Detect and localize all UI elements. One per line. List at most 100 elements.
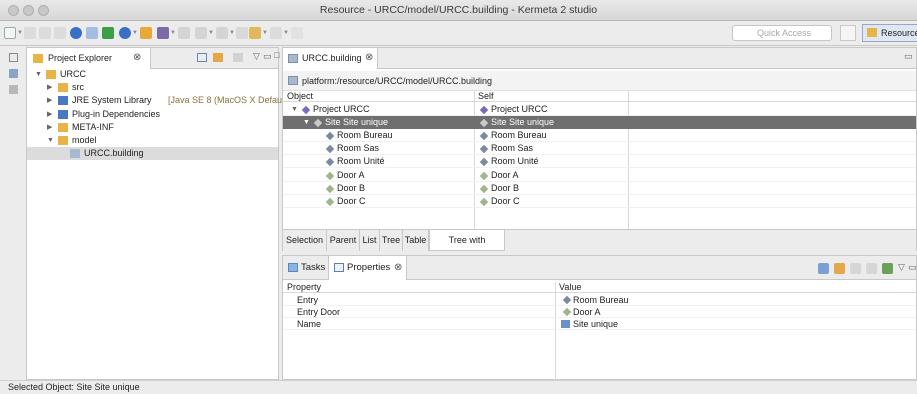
expanded-icon[interactable]: ▼ [35, 68, 42, 81]
tree-item[interactable]: URCC.building [27, 147, 278, 161]
tree-item[interactable]: ▶ JRE System Library [Java SE 8 (MacOS X … [27, 94, 292, 107]
tab-project-explorer[interactable]: Project Explorer ⊗ [27, 48, 151, 69]
search-icon[interactable] [119, 27, 131, 39]
expanded-icon[interactable]: ▼ [291, 103, 298, 116]
column-object[interactable]: Object [287, 91, 313, 101]
column-value[interactable]: Value [559, 282, 581, 292]
maximize-icon[interactable]: □ [274, 50, 279, 60]
close-icon[interactable]: ⊗ [365, 48, 373, 68]
tree-table-row[interactable]: Door B Door B [283, 182, 916, 195]
property-name: Entry Door [297, 307, 341, 318]
print-icon[interactable] [54, 27, 66, 39]
show-advanced-icon[interactable] [834, 263, 845, 274]
hierarchy-icon[interactable] [9, 69, 18, 78]
self-cell: Room Unité [491, 156, 539, 167]
toggle-view-icon[interactable] [86, 27, 98, 39]
outline-icon[interactable] [9, 85, 18, 94]
tree-table-row[interactable]: Room Bureau Room Bureau [283, 129, 916, 143]
annotation-dropdown-icon[interactable]: ▼ [170, 30, 176, 36]
property-row[interactable]: Entry Door Door A [283, 306, 916, 319]
tab-properties[interactable]: Properties ⊗ [328, 256, 407, 280]
restore-icon[interactable] [9, 53, 18, 62]
open-type-icon[interactable] [140, 27, 152, 39]
filter-icon[interactable] [866, 263, 877, 274]
next-annotation-dropdown-icon[interactable]: ▼ [208, 30, 214, 36]
view-menu-icon[interactable]: ▽ [898, 262, 905, 273]
back-icon[interactable] [249, 27, 261, 39]
close-icon[interactable]: ⊗ [133, 48, 141, 68]
project-explorer-tabbar: Project Explorer ⊗ ▽ ▭ □ [27, 48, 279, 69]
page-tab-table[interactable]: Table [403, 230, 429, 251]
expanded-icon[interactable]: ▼ [47, 134, 54, 147]
annotation-icon[interactable] [157, 27, 169, 39]
prev-annotation-icon[interactable] [216, 27, 228, 39]
tree-item[interactable]: ▶ src [27, 81, 278, 94]
collapse-all-icon[interactable] [197, 53, 207, 62]
collapsed-icon[interactable]: ▶ [47, 81, 52, 94]
collapsed-icon[interactable]: ▶ [47, 108, 52, 121]
bottom-panel-tabbar: Tasks Properties ⊗ ▽ ▭ [283, 256, 917, 280]
tree-table-row[interactable]: Door C Door C [283, 195, 916, 208]
page-tab-selection[interactable]: Selection [283, 230, 327, 251]
collapsed-icon[interactable]: ▶ [47, 94, 52, 107]
view-menu-icon[interactable]: ▽ [253, 51, 260, 62]
pin-icon[interactable] [178, 27, 190, 39]
skip-breakpoints-icon[interactable] [70, 27, 82, 39]
package-icon[interactable] [102, 27, 114, 39]
pin-editor-icon[interactable] [291, 27, 303, 39]
quick-access-input[interactable]: Quick Access [732, 25, 832, 41]
tab-tasks[interactable]: Tasks [283, 256, 327, 280]
tree-item-label: JRE System Library [72, 95, 152, 106]
collapsed-icon[interactable]: ▶ [47, 121, 52, 134]
room-icon [479, 131, 489, 141]
new-dropdown-icon[interactable]: ▼ [17, 30, 23, 36]
show-categories-icon[interactable] [818, 263, 829, 274]
property-row[interactable]: Entry Room Bureau [283, 294, 916, 306]
folder-icon [58, 122, 68, 132]
back-dropdown-icon[interactable]: ▼ [262, 30, 268, 36]
tree-table-row[interactable]: Door A Door A [283, 169, 916, 182]
focus-icon[interactable] [233, 53, 243, 62]
column-self[interactable]: Self [478, 91, 494, 101]
expanded-icon[interactable]: ▼ [303, 116, 310, 129]
tree-item[interactable]: ▶ Plug-in Dependencies [27, 108, 278, 121]
page-tab-list[interactable]: List [360, 230, 380, 251]
last-edit-icon[interactable] [236, 27, 248, 39]
resource-path-row[interactable]: platform:/resource/URCC/model/URCC.build… [283, 71, 916, 91]
column-property[interactable]: Property [287, 282, 321, 292]
page-tab-tree[interactable]: Tree [380, 230, 403, 251]
tab-urcc-building[interactable]: URCC.building ⊗ [283, 48, 378, 69]
tree-table-row[interactable]: Room Sas Room Sas [283, 142, 916, 156]
tree-item-label: META-INF [72, 121, 114, 132]
new-icon[interactable] [4, 27, 16, 39]
save-all-icon[interactable] [39, 27, 51, 39]
tree-table-row[interactable]: Room Unité Room Unité [283, 155, 916, 169]
forward-icon[interactable] [270, 27, 282, 39]
forward-dropdown-icon[interactable]: ▼ [283, 30, 289, 36]
model-file-icon [288, 54, 298, 63]
property-row[interactable]: Name Site unique [283, 318, 916, 331]
page-tab-tree-with-columns[interactable]: Tree with Columns [429, 230, 505, 265]
door-icon [325, 171, 335, 180]
save-icon[interactable] [24, 27, 36, 39]
tree-item[interactable]: ▶ META-INF [27, 121, 278, 134]
door-icon [325, 197, 335, 206]
tree-table-row[interactable]: ▼ Site Site unique Site Site unique [283, 116, 916, 130]
page-tab-parent[interactable]: Parent [327, 230, 360, 251]
tree-item[interactable]: ▼ model [27, 134, 278, 147]
restore-default-icon[interactable] [850, 263, 861, 274]
tree-table-row[interactable]: ▼ Project URCC Project URCC [283, 103, 916, 116]
open-perspective-button[interactable] [840, 25, 856, 41]
search-dropdown-icon[interactable]: ▼ [132, 30, 138, 36]
minimize-icon[interactable]: ▭ [908, 262, 917, 273]
pin-selection-icon[interactable] [882, 263, 893, 274]
prev-annotation-dropdown-icon[interactable]: ▼ [229, 30, 235, 36]
tab-properties-label: Properties [347, 262, 391, 273]
tree-item[interactable]: ▼ URCC [27, 68, 278, 81]
perspective-resource-button[interactable]: Resource [862, 24, 917, 42]
minimize-icon[interactable]: ▭ [904, 51, 913, 62]
close-icon[interactable]: ⊗ [394, 256, 402, 280]
link-with-editor-icon[interactable] [213, 53, 223, 62]
minimize-icon[interactable]: ▭ [263, 51, 272, 62]
next-annotation-icon[interactable] [195, 27, 207, 39]
